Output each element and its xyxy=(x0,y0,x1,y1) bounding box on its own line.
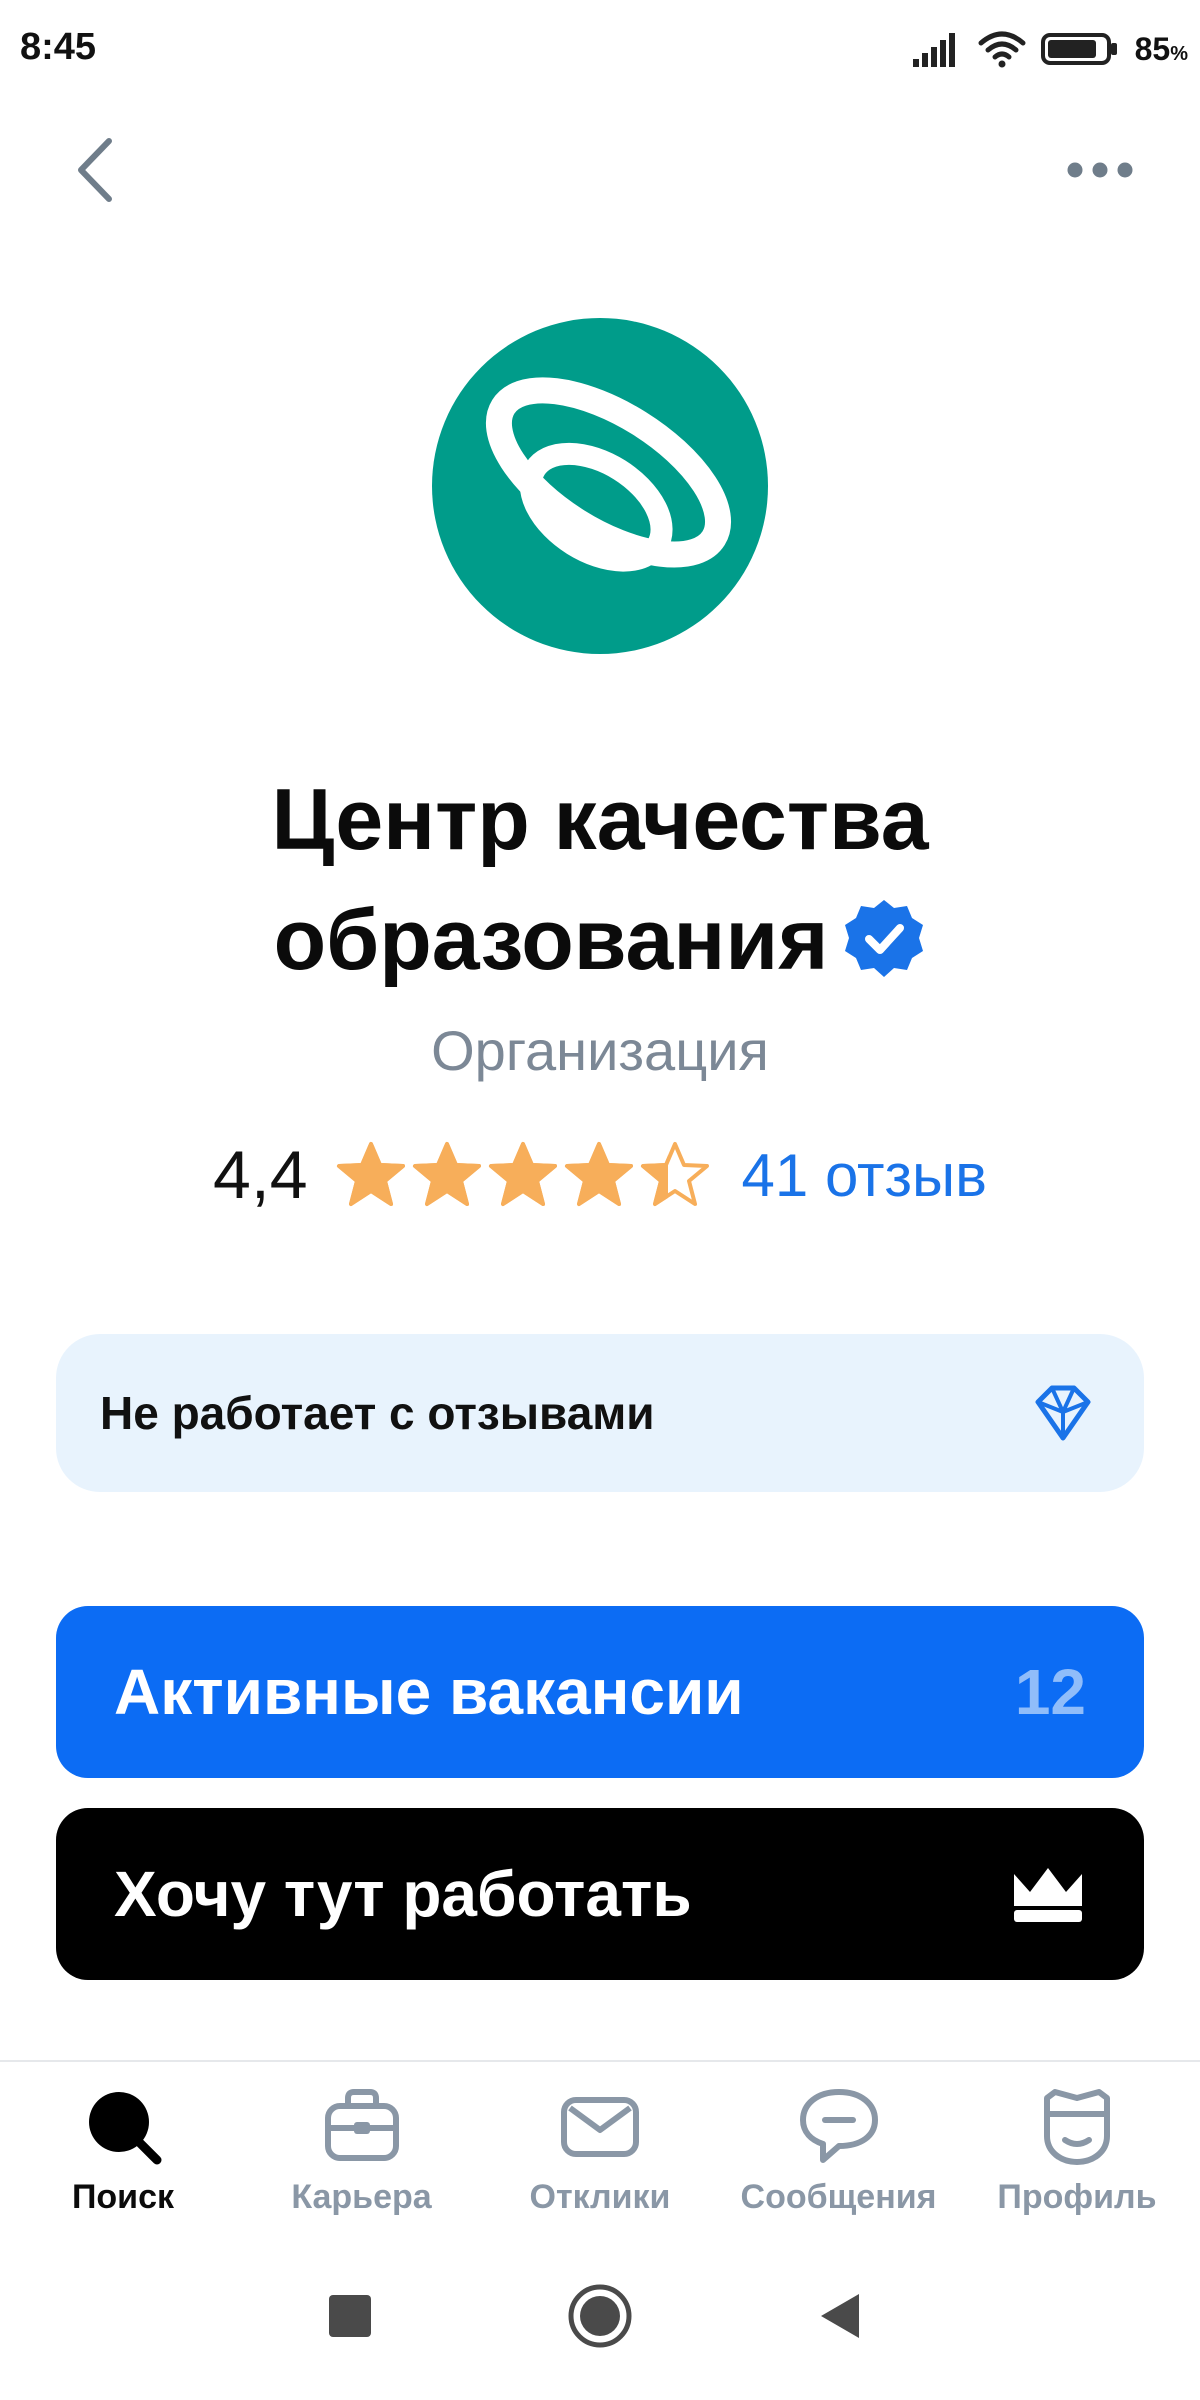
reviews-status-card[interactable]: Не работает с отзывами xyxy=(56,1334,1144,1492)
status-bar: 8:45 85% xyxy=(0,0,1200,100)
wifi-icon xyxy=(978,31,1026,68)
nav-item-search[interactable]: Поиск xyxy=(4,2062,242,2232)
system-back-button[interactable] xyxy=(800,2276,880,2356)
bottom-navigation: Поиск Карьера Отклики Сообщения Профиль xyxy=(0,2060,1200,2232)
company-logo xyxy=(432,318,768,654)
square-icon xyxy=(329,2295,371,2337)
nav-label-responses: Отклики xyxy=(529,2178,671,2216)
crown-icon xyxy=(1014,1868,1082,1922)
chevron-left-icon xyxy=(78,138,112,202)
home-button[interactable] xyxy=(560,2276,640,2356)
star-icon xyxy=(488,1142,557,1206)
search-icon xyxy=(89,2092,162,2165)
recent-apps-button[interactable] xyxy=(310,2276,390,2356)
battery-icon xyxy=(1040,33,1117,65)
status-time: 8:45 xyxy=(20,26,97,68)
active-vacancies-count: 12 xyxy=(1014,1656,1086,1728)
circle-home-icon xyxy=(568,2284,632,2348)
star-icon xyxy=(564,1142,633,1206)
star-icon xyxy=(412,1142,481,1206)
nav-item-career[interactable]: Карьера xyxy=(243,2062,481,2232)
star-icon xyxy=(640,1142,709,1206)
briefcase-icon xyxy=(324,2089,399,2161)
more-button[interactable] xyxy=(1060,140,1140,200)
company-title-line-2: образования xyxy=(0,880,1200,1000)
reviews-link[interactable]: 41 отзыв xyxy=(742,1141,987,1210)
more-horizontal-icon xyxy=(1067,162,1133,178)
want-to-work-label: Хочу тут работать xyxy=(114,1858,692,1930)
nav-item-responses[interactable]: Отклики xyxy=(481,2062,719,2232)
star-icon xyxy=(336,1142,405,1206)
status-icons: 85% xyxy=(911,24,1188,74)
rating-row: 4,4 41 отзыв xyxy=(0,1130,1200,1220)
triangle-back-icon xyxy=(821,2294,859,2338)
nav-item-profile[interactable]: Профиль xyxy=(958,2062,1196,2232)
rating-value: 4,4 xyxy=(213,1137,308,1213)
nav-item-messages[interactable]: Сообщения xyxy=(720,2062,958,2232)
rating-stars xyxy=(336,1140,710,1210)
system-navigation-bar xyxy=(0,2234,1200,2400)
nav-label-messages: Сообщения xyxy=(740,2178,937,2216)
active-vacancies-label: Активные вакансии xyxy=(114,1656,744,1728)
company-profile-screen: 8:45 85% Центр качества образования Орга… xyxy=(0,0,1200,2400)
want-to-work-button[interactable]: Хочу тут работать xyxy=(56,1808,1144,1980)
reviews-status-text: Не работает с отзывами xyxy=(100,1387,655,1439)
company-type: Организация xyxy=(431,1019,769,1082)
envelope-icon xyxy=(561,2097,639,2157)
diamond-icon xyxy=(1035,1385,1091,1441)
profile-face-icon xyxy=(1044,2089,1110,2165)
nav-label-career: Карьера xyxy=(291,2178,432,2216)
verified-badge-icon xyxy=(845,900,924,977)
active-vacancies-button[interactable]: Активные вакансии 12 xyxy=(56,1606,1144,1778)
company-title-line-1: Центр качества xyxy=(271,772,929,868)
nav-label-profile: Профиль xyxy=(997,2178,1157,2216)
nav-label-search: Поиск xyxy=(71,2178,175,2216)
chat-bubble-icon xyxy=(799,2089,878,2163)
company-logo-mark xyxy=(485,377,732,572)
back-button[interactable] xyxy=(60,130,130,210)
signal-icon xyxy=(912,33,955,67)
company-title: Центр качества образования xyxy=(0,760,1200,1000)
battery-percent: 85% xyxy=(1134,30,1188,67)
